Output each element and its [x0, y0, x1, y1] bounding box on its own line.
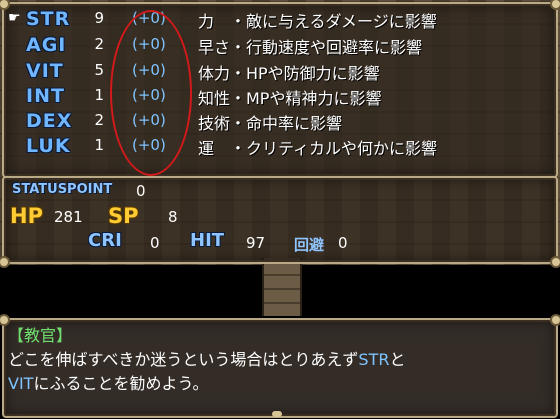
- frame-corner: [0, 258, 8, 266]
- frame-corner: [552, 316, 560, 324]
- message-highlight: VIT: [8, 374, 34, 393]
- stat-name: INT: [26, 85, 65, 107]
- highlight-oval: [110, 10, 192, 176]
- stat-row-dex[interactable]: DEX 2 (+0) 技術・命中率に影響: [4, 110, 560, 134]
- hit-label: HIT: [190, 230, 225, 251]
- stat-description: 運 ・クリティカルや何かに影響: [198, 139, 438, 158]
- dungeon-corridor: [262, 258, 302, 316]
- continue-indicator-icon: [272, 411, 282, 417]
- hit-value: 97: [246, 234, 266, 252]
- message-text: と: [389, 350, 406, 369]
- hp-value: 281: [54, 208, 83, 226]
- stat-row-str[interactable]: STR 9 (+0) 力 ・敵に与えるダメージに影響: [4, 8, 560, 32]
- stat-value: 1: [94, 86, 104, 104]
- stats-window: ☛ STR 9 (+0) 力 ・敵に与えるダメージに影響 AGI 2 (+0) …: [0, 0, 560, 178]
- stat-description: 技術・命中率に影響: [198, 114, 343, 133]
- stat-description: 知性・MPや精神力に影響: [198, 89, 382, 108]
- stat-name: DEX: [26, 110, 73, 132]
- stat-row-vit[interactable]: VIT 5 (+0) 体力・HPや防御力に影響: [4, 60, 560, 84]
- evade-label: 回避: [294, 236, 325, 254]
- message-text: にふることを勧めよう。: [33, 374, 209, 393]
- speaker-name: 【教官】: [8, 326, 73, 345]
- frame-corner: [552, 258, 560, 266]
- evade-value: 0: [338, 234, 348, 252]
- statuspoint-label: STATUSPOINT: [12, 182, 113, 197]
- message-line-2: VITにふることを勧めよう。: [8, 370, 208, 394]
- sp-label: SP: [108, 204, 139, 228]
- hp-label: HP: [10, 204, 43, 228]
- stat-description: 早さ・行動速度や回避率に影響: [198, 38, 423, 57]
- stat-description: 体力・HPや防御力に影響: [198, 64, 380, 83]
- status-window: STATUSPOINT 0 HP 281 SP 8 CRI 0 HIT 97 回…: [0, 176, 560, 266]
- message-line-1: どこを伸ばすべきか迷うという場合はとりあえずSTRと: [8, 346, 405, 370]
- stat-name: VIT: [26, 60, 64, 82]
- stat-value: 1: [94, 136, 104, 154]
- stat-description: 力 ・敵に与えるダメージに影響: [198, 12, 437, 31]
- stat-value: 9: [94, 9, 104, 27]
- message-highlight: STR: [358, 350, 390, 369]
- stat-name: AGI: [26, 34, 67, 56]
- stat-name: LUK: [26, 135, 71, 157]
- sp-value: 8: [168, 208, 178, 226]
- stat-value: 2: [94, 111, 104, 129]
- cri-value: 0: [150, 234, 160, 252]
- statuspoint-value: 0: [136, 182, 146, 200]
- frame-corner: [0, 316, 8, 324]
- stat-value: 2: [94, 35, 104, 53]
- stat-row-int[interactable]: INT 1 (+0) 知性・MPや精神力に影響: [4, 85, 560, 109]
- stat-name: STR: [26, 8, 71, 30]
- stat-row-agi[interactable]: AGI 2 (+0) 早さ・行動速度や回避率に影響: [4, 34, 560, 58]
- frame-corner: [552, 0, 560, 8]
- stat-value: 5: [94, 61, 104, 79]
- frame-corner: [0, 0, 8, 8]
- stat-row-luk[interactable]: LUK 1 (+0) 運 ・クリティカルや何かに影響: [4, 135, 560, 159]
- message-text: どこを伸ばすべきか迷うという場合はとりあえず: [8, 350, 359, 369]
- cri-label: CRI: [88, 230, 122, 251]
